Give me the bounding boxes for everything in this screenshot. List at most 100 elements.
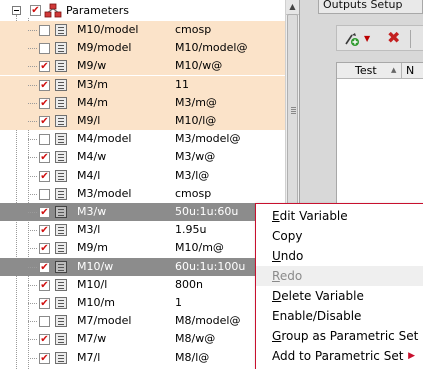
variable-value[interactable]: 800n bbox=[175, 276, 203, 294]
variable-value[interactable]: M8/model@ bbox=[175, 312, 240, 330]
variable-value[interactable]: M3/model@ bbox=[175, 130, 240, 148]
variable-value[interactable]: M3/m@ bbox=[175, 94, 217, 112]
variable-name: M7/l bbox=[77, 350, 101, 364]
row-checkbox[interactable]: ✔ bbox=[39, 207, 50, 218]
variable-name: M9/w bbox=[77, 59, 107, 73]
tree-branch-line bbox=[28, 157, 37, 159]
tree-branch-line bbox=[28, 357, 37, 359]
tree-row[interactable]: M3/model cmosp bbox=[0, 185, 285, 203]
root-label: Parameters bbox=[66, 4, 129, 17]
tree-branch-line bbox=[28, 266, 37, 268]
scroll-up-arrow-icon[interactable]: ▲ bbox=[286, 0, 299, 15]
variable-icon bbox=[55, 242, 67, 255]
collapse-toggle-icon[interactable] bbox=[12, 6, 21, 15]
variable-value[interactable]: 1 bbox=[175, 294, 182, 312]
menu-item-enable-disable[interactable]: Enable/Disable bbox=[256, 306, 423, 326]
tree-row[interactable]: ✔ M7/l M8/l@ bbox=[0, 349, 285, 367]
tree-branch-line bbox=[28, 303, 37, 304]
row-checkbox[interactable]: ✔ bbox=[39, 97, 50, 109]
tree-row[interactable]: M4/model M3/model@ bbox=[0, 130, 285, 148]
row-checkbox[interactable]: ✔ bbox=[39, 334, 50, 346]
row-checkbox[interactable]: ✔ bbox=[39, 225, 50, 237]
tree-row[interactable]: ✔ M9/w M10/w@ bbox=[0, 57, 285, 76]
variable-value[interactable]: M10/model@ bbox=[175, 39, 247, 57]
tree-row[interactable]: ✔ M3/w 50u:1u:60u bbox=[0, 203, 285, 221]
row-checkbox[interactable]: ✔ bbox=[39, 61, 50, 73]
row-checkbox[interactable] bbox=[39, 316, 50, 328]
variable-icon bbox=[55, 206, 67, 218]
submenu-arrow-icon: ▶ bbox=[408, 351, 415, 361]
variable-name: M10/model bbox=[77, 23, 139, 36]
variable-icon bbox=[55, 315, 67, 328]
menu-item-label: Add to Parametric Set bbox=[272, 349, 404, 363]
tree-row[interactable]: ✔ M9/l M10/l@ bbox=[0, 112, 285, 130]
row-checkbox[interactable] bbox=[39, 43, 50, 55]
tree-row[interactable]: ✔ M3/l 1.95u bbox=[0, 221, 285, 239]
variable-value[interactable]: cmosp bbox=[175, 185, 211, 203]
menu-item-label: roup as Parametric Set bbox=[281, 329, 419, 343]
tree-row[interactable]: ✔ M4/w M3/w@ bbox=[0, 148, 285, 166]
tree-row[interactable]: ✔ M10/l 800n bbox=[0, 276, 285, 294]
variable-value[interactable]: M10/m@ bbox=[175, 239, 224, 257]
variable-value[interactable]: M3/w@ bbox=[175, 148, 215, 166]
add-output-icon[interactable] bbox=[343, 31, 361, 47]
outputs-toolbar: ▼ ✖ bbox=[336, 25, 423, 51]
variable-name: M10/m bbox=[77, 296, 115, 309]
row-checkbox[interactable]: ✔ bbox=[39, 116, 50, 127]
tree-branch-line bbox=[28, 193, 37, 195]
row-checkbox[interactable] bbox=[39, 188, 50, 200]
row-checkbox[interactable]: ✔ bbox=[39, 352, 50, 364]
variable-value[interactable]: cmosp bbox=[175, 21, 211, 39]
scroll-grip-icon bbox=[291, 107, 296, 108]
tree-branch-line bbox=[28, 30, 37, 31]
row-checkbox[interactable]: ✔ bbox=[39, 170, 50, 182]
tree-row[interactable]: ✔ M9/m M10/m@ bbox=[0, 239, 285, 257]
variable-icon bbox=[55, 224, 67, 237]
tab-outputs-setup[interactable]: Outputs Setup bbox=[318, 0, 423, 14]
variable-value[interactable]: 11 bbox=[175, 76, 189, 94]
variable-value[interactable]: 1.95u bbox=[175, 221, 206, 239]
context-menu: Edit Variable Copy Undo Redo Delete Variable… bbox=[255, 203, 423, 369]
tree-branch-line bbox=[28, 84, 37, 86]
menu-item-redo[interactable]: Redo bbox=[256, 266, 423, 286]
tree-row[interactable]: M9/model M10/model@ bbox=[0, 39, 285, 58]
variable-value[interactable]: M8/w@ bbox=[175, 330, 215, 348]
tree-row[interactable]: ✔ M7/w M8/w@ bbox=[0, 330, 285, 348]
row-checkbox[interactable]: ✔ bbox=[39, 152, 50, 164]
variable-value[interactable]: M3/l@ bbox=[175, 167, 209, 185]
menu-item-undo[interactable]: Undo bbox=[256, 246, 423, 266]
row-checkbox[interactable]: ✔ bbox=[39, 79, 50, 91]
variable-value[interactable]: 50u:1u:60u bbox=[175, 203, 238, 221]
root-checkbox[interactable]: ✔ bbox=[30, 5, 41, 16]
variable-name: M9/model bbox=[77, 41, 132, 55]
tree-row[interactable]: ✔ M3/m 11 bbox=[0, 75, 285, 94]
row-checkbox[interactable] bbox=[39, 134, 50, 146]
row-checkbox[interactable]: ✔ bbox=[39, 243, 50, 255]
row-checkbox[interactable]: ✔ bbox=[39, 298, 50, 309]
row-checkbox[interactable]: ✔ bbox=[39, 279, 50, 291]
menu-item-add-to-parametric-set[interactable]: Add to Parametric Set ▶ bbox=[256, 346, 423, 366]
tree-row[interactable]: ✔ M4/l M3/l@ bbox=[0, 167, 285, 185]
menu-item-label: edo bbox=[279, 269, 303, 283]
menu-item-group-as-parametric-set[interactable]: Group as Parametric Set bbox=[256, 326, 423, 346]
delete-icon[interactable]: ✖ bbox=[387, 29, 400, 47]
tree-row[interactable]: ✔ M10/m 1 bbox=[0, 294, 285, 312]
menu-item-copy[interactable]: Copy bbox=[256, 226, 423, 246]
variable-value[interactable]: M8/l@ bbox=[175, 349, 209, 367]
tree-row[interactable]: ✔ M4/m M3/m@ bbox=[0, 93, 285, 112]
menu-item-edit-variable[interactable]: Edit Variable bbox=[256, 206, 423, 226]
variable-value[interactable]: M10/w@ bbox=[175, 57, 222, 75]
scroll-thumb[interactable] bbox=[287, 14, 298, 209]
dropdown-arrow-icon[interactable]: ▼ bbox=[364, 34, 370, 43]
tree-row[interactable]: M7/model M8/model@ bbox=[0, 312, 285, 330]
tree-row[interactable]: ✔ M10/w 60u:1u:100u bbox=[0, 257, 285, 276]
column-header-next[interactable]: N bbox=[402, 63, 423, 79]
variable-value[interactable]: M10/l@ bbox=[175, 112, 216, 130]
variable-icon bbox=[55, 42, 67, 55]
tree-row[interactable]: M10/model cmosp bbox=[0, 21, 285, 39]
row-checkbox[interactable]: ✔ bbox=[39, 261, 50, 273]
menu-item-delete-variable[interactable]: Delete Variable bbox=[256, 286, 423, 306]
row-checkbox[interactable] bbox=[39, 25, 50, 36]
variable-value[interactable]: 60u:1u:100u bbox=[175, 258, 245, 276]
column-header-test[interactable]: Test ▲ bbox=[337, 63, 402, 79]
